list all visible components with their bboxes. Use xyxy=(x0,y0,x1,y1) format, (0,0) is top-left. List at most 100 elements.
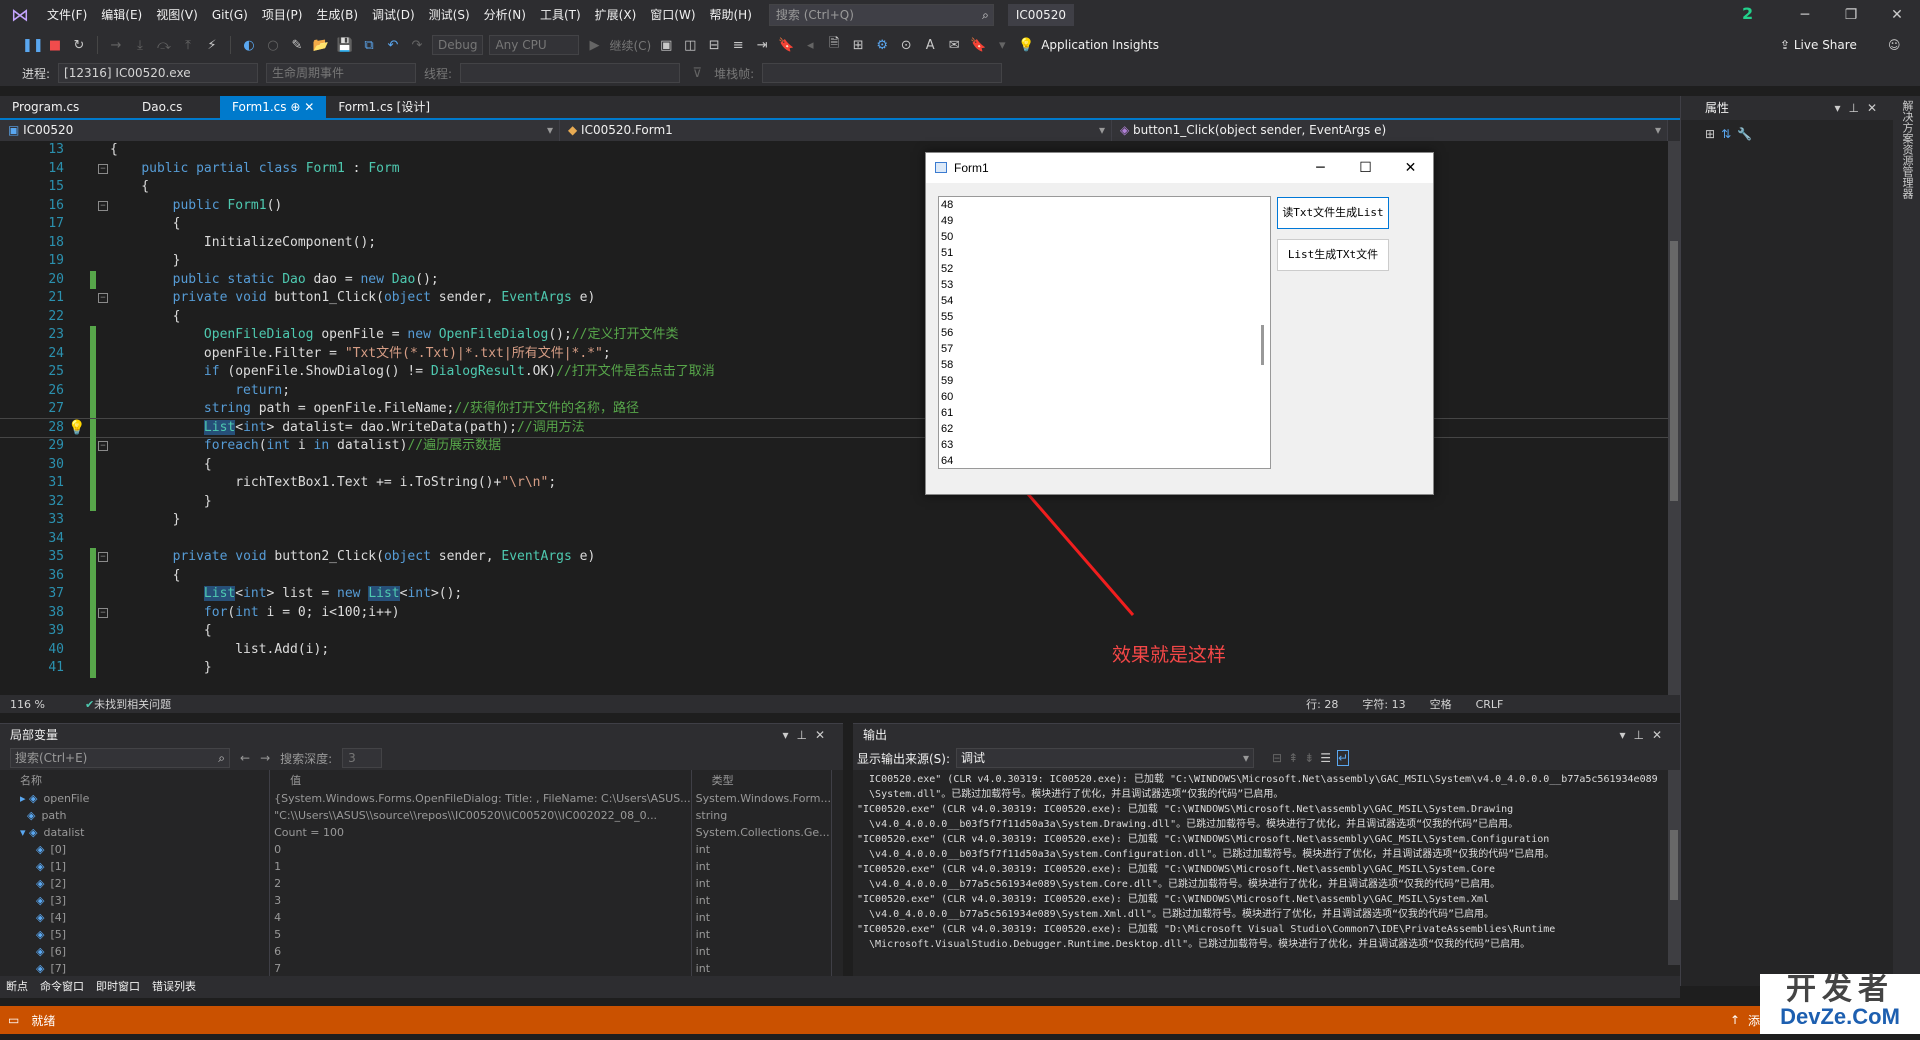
align-icon[interactable]: ⊟ xyxy=(705,38,723,53)
save-all-icon[interactable]: ⧉ xyxy=(360,38,378,53)
solution-explorer-tab[interactable]: 解决方案资源管理器 xyxy=(1899,100,1915,199)
scrollbar-thumb[interactable] xyxy=(1670,241,1678,501)
notification-count[interactable]: 2 xyxy=(1742,4,1753,23)
new-project-icon[interactable]: ✎ xyxy=(288,38,306,53)
menu-test[interactable]: 测试(S) xyxy=(422,0,477,30)
bookmark-icon[interactable]: 🔖 xyxy=(777,38,795,53)
forward-arrow-icon[interactable]: → xyxy=(260,751,270,765)
menu-build[interactable]: 生成(B) xyxy=(309,0,365,30)
continue-icon[interactable]: ▶ xyxy=(585,38,603,53)
toolbox-icon[interactable]: ▣ xyxy=(657,38,675,53)
stop-icon[interactable]: ■ xyxy=(46,38,64,53)
expand-icon[interactable]: ▸ ◈ xyxy=(20,792,37,805)
output-log[interactable]: IC00520.exe" (CLR v4.0.30319: IC00520.ex… xyxy=(853,770,1680,965)
tab-form1-designer[interactable]: Form1.cs [设计] xyxy=(326,96,442,118)
comment-icon[interactable]: ✉ xyxy=(945,38,963,53)
format-icon[interactable]: ≡ xyxy=(729,38,747,53)
restore-button[interactable]: ❐ xyxy=(1828,0,1874,30)
layout-icon[interactable]: ⊞ xyxy=(849,38,867,53)
tab-breakpoints[interactable]: 断点 xyxy=(0,976,34,998)
word-wrap-icon[interactable]: ↵ xyxy=(1336,750,1350,766)
tab-error-list[interactable]: 错误列表 xyxy=(146,976,202,998)
bookmark2-icon[interactable]: 🔖 xyxy=(969,38,987,53)
column-header-name[interactable]: 名称 xyxy=(0,770,271,790)
back-icon[interactable]: ◐ xyxy=(240,38,258,53)
scrollbar-thumb[interactable] xyxy=(1670,830,1678,900)
bookmark-prev-icon[interactable]: ◂ xyxy=(801,38,819,53)
search-input[interactable]: 搜索 (Ctrl+Q) ⌕ xyxy=(768,4,994,26)
tab-immediate-window[interactable]: 即时窗口 xyxy=(90,976,146,998)
step-into-icon[interactable]: ⤓ xyxy=(131,38,149,53)
find-message-icon[interactable]: ⊟ xyxy=(1272,751,1282,765)
tab-form1-cs[interactable]: Form1.cs ⊕ ✕ xyxy=(220,96,327,118)
property-pages-icon[interactable]: 🔧 xyxy=(1737,127,1752,141)
platform-dropdown[interactable]: Any CPU xyxy=(489,35,580,55)
table-row[interactable]: ◈ [4] 4 int xyxy=(0,909,833,926)
table-row[interactable]: ◈ [2] 2 int xyxy=(0,875,833,892)
table-row[interactable]: ▸ ◈ openFile {System.Windows.Forms.OpenFil… xyxy=(0,790,833,807)
class-dropdown[interactable]: ◆ IC00520.Form1 ▾ xyxy=(560,120,1112,141)
application-insights-button[interactable]: Application Insights xyxy=(1041,38,1159,52)
panel-controls-icon[interactable]: ▾⊥✕ xyxy=(1619,724,1670,746)
menu-project[interactable]: 项目(P) xyxy=(255,0,310,30)
document-icon[interactable]: 🗎 xyxy=(825,34,843,56)
indent-icon[interactable]: ⇥ xyxy=(753,38,771,53)
restart-icon[interactable]: ↻ xyxy=(70,38,88,53)
add-source-control[interactable]: 添 xyxy=(1748,1012,1760,1029)
editor-scrollbar[interactable] xyxy=(1668,141,1680,695)
write-txt-button[interactable]: List生成TXt文件 xyxy=(1277,239,1389,271)
tab-program-cs[interactable]: Program.cs xyxy=(0,96,130,118)
continue-button[interactable]: 继续(C) xyxy=(609,37,651,54)
issues-status[interactable]: 未找到相关问题 xyxy=(94,696,171,712)
step-out-icon[interactable]: ⤒ xyxy=(179,38,197,53)
menu-git[interactable]: Git(G) xyxy=(205,0,255,30)
menu-window[interactable]: 窗口(W) xyxy=(643,0,702,30)
locals-search-input[interactable]: 搜索(Ctrl+E) ⌕ xyxy=(10,748,230,768)
feedback-icon[interactable]: ☺ xyxy=(1888,38,1901,52)
redo-icon[interactable]: ↷ xyxy=(408,38,426,53)
hot-reload-icon[interactable]: ⚡ xyxy=(203,38,221,53)
form-minimize-button[interactable]: ─ xyxy=(1298,153,1343,183)
table-row[interactable]: ◈ path "C:\\Users\\ASUS\\source\\repos\\IC… xyxy=(0,807,833,824)
back-arrow-icon[interactable]: ← xyxy=(240,751,250,765)
pin-icon[interactable]: ⊕ xyxy=(290,100,300,114)
output-source-dropdown[interactable]: 调试 ▾ xyxy=(956,748,1255,768)
whitespace-indicator[interactable]: 空格 xyxy=(1430,696,1452,712)
menu-extensions[interactable]: 扩展(X) xyxy=(588,0,644,30)
menu-view[interactable]: 视图(V) xyxy=(149,0,205,30)
stack-frame-dropdown[interactable] xyxy=(762,63,1003,83)
forward-icon[interactable]: ○ xyxy=(264,38,282,53)
tab-command-window[interactable]: 命令窗口 xyxy=(34,976,90,998)
filter-icon[interactable]: ⊽ xyxy=(688,66,706,81)
lifecycle-events-dropdown[interactable]: 生命周期事件 xyxy=(266,63,417,83)
search-depth-dropdown[interactable]: 3 xyxy=(342,748,383,768)
camera-icon[interactable]: ⊙ xyxy=(897,38,915,53)
column-header-type[interactable]: 类型 xyxy=(691,770,833,790)
save-icon[interactable]: 💾 xyxy=(336,38,354,53)
configuration-dropdown[interactable]: Debug xyxy=(432,35,484,55)
project-dropdown[interactable]: ▣ IC00520 ▾ xyxy=(0,120,560,141)
live-share-button[interactable]: ⇪ Live Share xyxy=(1780,38,1857,52)
close-button[interactable]: ✕ xyxy=(1874,0,1920,30)
read-txt-button[interactable]: 读Txt文件生成List xyxy=(1277,197,1389,229)
panel-controls-icon[interactable]: ▾⊥✕ xyxy=(782,724,833,746)
open-file-icon[interactable]: 📂 xyxy=(312,38,330,53)
publish-icon[interactable]: ↑ xyxy=(1730,1013,1740,1027)
table-row[interactable]: ▾ ◈ datalist Count = 100 System.Collections… xyxy=(0,824,833,841)
toolbar-more-icon[interactable]: ▾ xyxy=(993,38,1011,53)
screenshot-icon[interactable]: ◫ xyxy=(681,38,699,53)
menu-tools[interactable]: 工具(T) xyxy=(533,0,588,30)
tab-dao-cs[interactable]: Dao.cs xyxy=(130,96,220,118)
categorized-icon[interactable]: ⊞ xyxy=(1705,127,1715,141)
next-message-icon[interactable]: ⇟ xyxy=(1304,751,1314,765)
table-row[interactable]: ◈ [3] 3 int xyxy=(0,892,833,909)
process-dropdown[interactable]: [12316] IC00520.exe xyxy=(58,63,259,83)
prev-message-icon[interactable]: ⇞ xyxy=(1288,751,1298,765)
form-maximize-button[interactable]: ☐ xyxy=(1343,153,1388,183)
step-over-icon[interactable]: ⤼ xyxy=(155,38,173,53)
font-icon[interactable]: A xyxy=(921,38,939,53)
collapse-icon[interactable]: ▾ ◈ xyxy=(20,826,37,839)
clear-all-icon[interactable]: ☰ xyxy=(1320,751,1331,765)
menu-analyze[interactable]: 分析(N) xyxy=(477,0,533,30)
panel-controls-icon[interactable]: ▾⊥✕ xyxy=(1834,96,1885,120)
